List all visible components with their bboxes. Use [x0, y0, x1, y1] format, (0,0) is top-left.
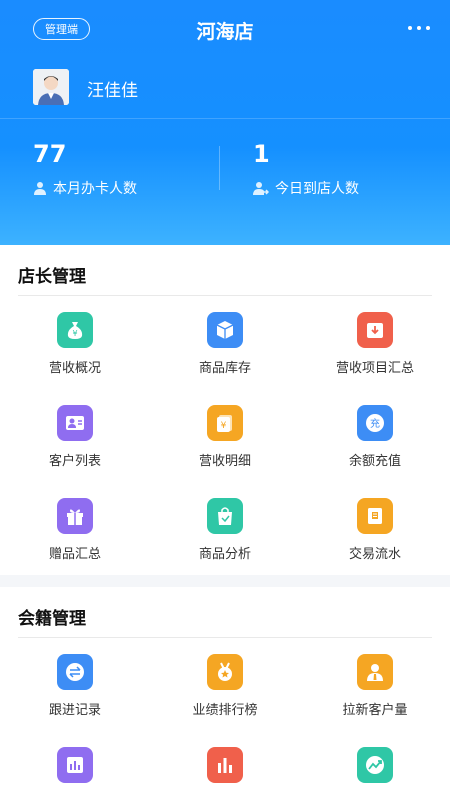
person-arrive-icon: [253, 182, 269, 195]
section-divider: [18, 295, 432, 296]
grid-item-label: 商品库存: [198, 361, 251, 376]
svg-text:充: 充: [370, 417, 380, 430]
stat-monthly-cards[interactable]: 77 本月办卡人数: [33, 140, 137, 198]
stat-label: 今日到店人数: [275, 181, 359, 197]
grid-item-label: 交易流水: [348, 547, 401, 562]
grid-item-stats-2[interactable]: [150, 747, 300, 792]
grid-item-revenue-detail[interactable]: ¥ 营收明细: [150, 405, 300, 469]
avatar[interactable]: [33, 69, 69, 105]
medal-icon: [207, 654, 243, 690]
section-divider: [18, 637, 432, 638]
grid-item-label: 余额充值: [348, 454, 401, 469]
svg-text:¥: ¥: [221, 421, 227, 431]
svg-text:¥: ¥: [72, 329, 77, 338]
shopping-bag-icon: [207, 498, 243, 534]
grid-item-label: 营收明细: [198, 454, 251, 469]
user-name: 汪佳佳: [87, 81, 138, 101]
grid-item-label: 拉新客户量: [342, 703, 408, 718]
stat-value: 1: [253, 140, 270, 168]
inbox-icon: [357, 312, 393, 348]
grid-item-balance-recharge[interactable]: 充 余额充值: [300, 405, 450, 469]
grid-item-customer-list[interactable]: 客户列表: [0, 405, 150, 469]
grid-item-gift-summary[interactable]: 赠品汇总: [0, 498, 150, 562]
bar-chart-icon: [57, 747, 93, 783]
membership-section: 会籍管理 跟进记录 业绩排行榜 拉新客户量: [0, 587, 450, 800]
grid-item-label: 营收项目汇总: [335, 361, 414, 376]
grid-item-new-customers[interactable]: 拉新客户量: [300, 654, 450, 718]
contact-card-icon: [57, 405, 93, 441]
recharge-icon: 充: [357, 405, 393, 441]
more-icon[interactable]: [408, 20, 432, 36]
grid-item-revenue-summary[interactable]: 营收项目汇总: [300, 312, 450, 376]
store-title: 河海店: [196, 21, 254, 43]
ledger-icon: [357, 498, 393, 534]
gift-icon: [57, 498, 93, 534]
trend-chart-icon: [357, 747, 393, 783]
stat-value: 77: [33, 140, 67, 168]
stats-divider: [219, 146, 220, 190]
grid-item-revenue-overview[interactable]: ¥ 营收概况: [0, 312, 150, 376]
person-icon: [34, 182, 46, 195]
section-title: 会籍管理: [18, 609, 86, 629]
store-manager-section: 店长管理 ¥ 营收概况 商品库存 营收项目汇总 客户列表 ¥ 营收明细 充 余额…: [0, 245, 450, 575]
grid-item-label: 赠品汇总: [48, 547, 101, 562]
grid-item-leaderboard[interactable]: 业绩排行榜: [150, 654, 300, 718]
grid-item-transactions[interactable]: 交易流水: [300, 498, 450, 562]
grid-item-label: 营收概况: [48, 361, 101, 376]
column-chart-icon: [207, 747, 243, 783]
grid-item-follow-up[interactable]: 跟进记录: [0, 654, 150, 718]
section-title: 店长管理: [18, 267, 86, 287]
yen-document-icon: ¥: [207, 405, 243, 441]
grid-item-label: 跟进记录: [48, 703, 101, 718]
grid-item-label: 业绩排行榜: [192, 703, 258, 718]
follow-up-icon: [57, 654, 93, 690]
stat-today-visits[interactable]: 1 今日到店人数: [253, 140, 359, 198]
grid-item-inventory[interactable]: 商品库存: [150, 312, 300, 376]
new-customer-icon: [357, 654, 393, 690]
grid-item-label: 客户列表: [48, 454, 101, 469]
grid-item-label: 商品分析: [198, 547, 251, 562]
grid-item-stats-1[interactable]: [0, 747, 150, 792]
money-bag-icon: ¥: [57, 312, 93, 348]
grid-item-product-analysis[interactable]: 商品分析: [150, 498, 300, 562]
box-icon: [207, 312, 243, 348]
grid-item-stats-3[interactable]: [300, 747, 450, 792]
stat-label: 本月办卡人数: [53, 181, 137, 197]
header: 管理端 河海店 汪佳佳 77 本月办卡人数 1 今日到店人数: [0, 0, 450, 245]
